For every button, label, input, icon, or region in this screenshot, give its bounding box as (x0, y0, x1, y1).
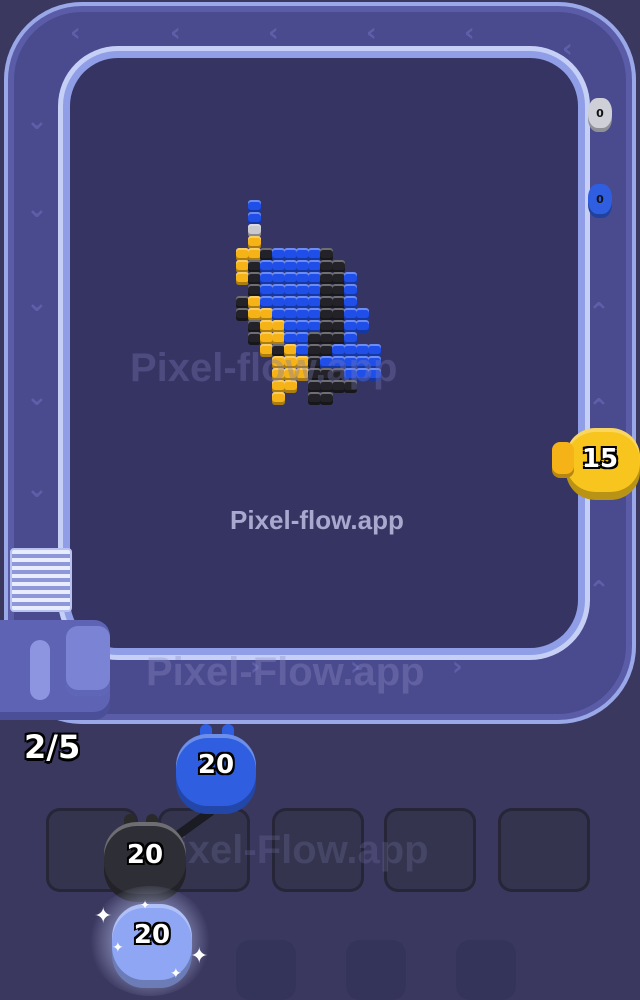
black-pig-count: 20 (126, 840, 164, 870)
blue-pig-launching-count: 20 (197, 750, 235, 780)
sparkle-icon: ✦ (112, 940, 124, 956)
sparkle-icon: ✦ (170, 966, 182, 982)
blue-pig-launching[interactable]: 20 (176, 734, 256, 814)
sparkle-icon: ✦ (94, 904, 113, 929)
launch-rope (155, 807, 215, 853)
blue-pig-selected-count: 20 (133, 920, 171, 950)
sparkle-icon: ✦ (140, 898, 151, 912)
sparkle-icon: ✦ (190, 944, 209, 969)
